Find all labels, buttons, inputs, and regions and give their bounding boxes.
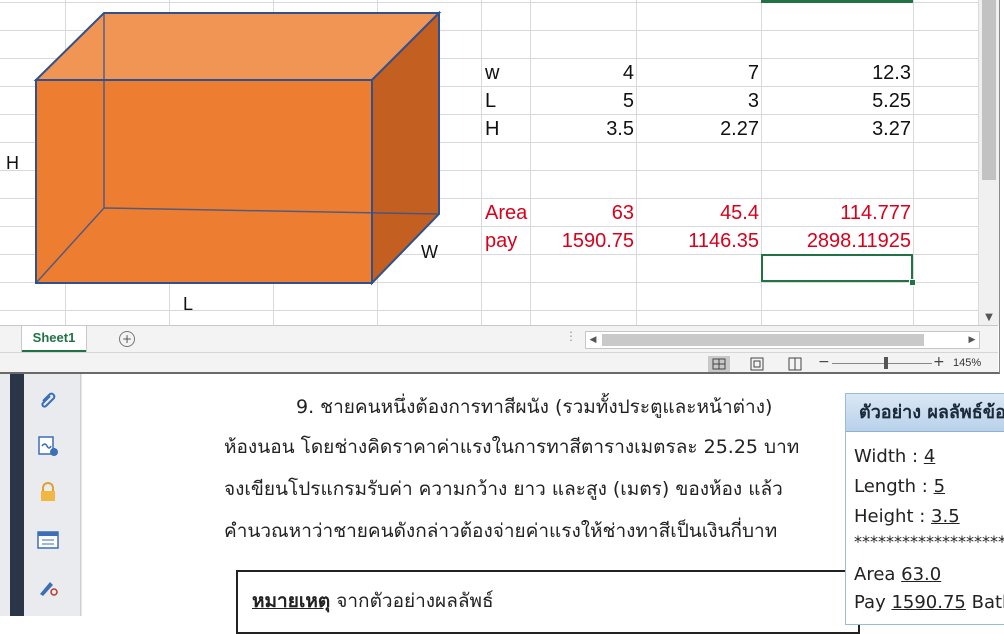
zoom-in-button[interactable]: + (933, 354, 945, 370)
shape-label-w: W (421, 242, 438, 262)
cell-l-1[interactable]: 5 (530, 87, 634, 115)
tab-sheet1[interactable]: Sheet1 (22, 326, 86, 353)
horizontal-scroll-thumb[interactable] (602, 334, 924, 346)
cell-w-2[interactable]: 7 (636, 59, 759, 87)
note-label: หมายเหตุ (252, 590, 331, 612)
excel-window: H W L w 4 7 12.3 L 5 3 5.25 H 3.5 2.27 3… (0, 0, 1000, 374)
active-cell[interactable] (761, 254, 913, 282)
fill-handle[interactable] (909, 279, 916, 286)
status-bar: − + 145% (0, 352, 998, 372)
vertical-scroll-thumb[interactable] (982, 0, 996, 180)
form-icon[interactable] (36, 528, 60, 552)
example-width-line: Width : 4 (854, 446, 936, 467)
sheet-tab-bar: Sheet1 + ⋮ ◀ ▶ (0, 325, 998, 353)
cell-w-3[interactable]: 12.3 (761, 59, 911, 87)
problem-line-1: 9. ชายคนหนึ่งต้องการทาสีผนัง (รวมทั้งประ… (296, 396, 773, 418)
scroll-left-arrow-icon[interactable]: ◀ (586, 332, 600, 348)
cell-area-1[interactable]: 63 (530, 199, 634, 227)
example-pay-line: Pay 1590.75 Bath (854, 592, 1004, 613)
cell-h-3[interactable]: 3.27 (761, 115, 911, 143)
cell-h-1[interactable]: 3.5 (530, 115, 634, 143)
left-panel-strip (10, 374, 24, 616)
cell-l-2[interactable]: 3 (636, 87, 759, 115)
example-height-line: Height : 3.5 (854, 506, 960, 527)
cell-area-2[interactable]: 45.4 (636, 199, 759, 227)
cell-label-l[interactable]: L (485, 87, 496, 115)
zoom-out-button[interactable]: − (818, 354, 830, 370)
cell-label-area[interactable]: Area (485, 199, 527, 227)
tab-splitter-handle[interactable]: ⋮ (565, 329, 577, 343)
note-box: หมายเหตุ จากตัวอย่างผลลัพธ์ (236, 570, 860, 634)
active-column-indicator (761, 0, 913, 3)
cell-pay-3[interactable]: 2898.11925 (761, 227, 911, 255)
cell-label-pay[interactable]: pay (485, 227, 517, 255)
cell-l-3[interactable]: 5.25 (761, 87, 911, 115)
scroll-down-arrow-icon[interactable]: ▼ (979, 310, 999, 325)
shape-label-h: H (6, 153, 19, 173)
normal-view-icon[interactable] (708, 356, 730, 372)
cell-h-2[interactable]: 2.27 (636, 115, 759, 143)
page-layout-view-icon[interactable] (746, 356, 768, 372)
lock-icon[interactable] (36, 480, 60, 504)
example-area-line: Area 63.0 (854, 564, 942, 585)
box-shape[interactable] (0, 0, 480, 300)
example-length-line: Length : 5 (854, 476, 946, 497)
vertical-scrollbar[interactable]: ▼ (978, 0, 999, 325)
problem-line-3: จงเขียนโปรแกรมรับค่า ความกว้าง ยาว และสู… (224, 478, 783, 500)
problem-line-2: ห้องนอน โดยช่างคิดราคาค่าแรงในการทาสีตาร… (224, 436, 800, 458)
example-output-panel: ตัวอย่าง ผลลัพธ์ข้อ Width : 4 Length : 5… (845, 393, 1004, 625)
example-separator: ******************** (854, 532, 1004, 551)
problem-line-4: คำนวณหาว่าชายคนดังกล่าวต้องจ่ายค่าแรงให้… (224, 520, 778, 542)
shape-label-l: L (183, 294, 194, 314)
horizontal-scrollbar[interactable]: ◀ ▶ (585, 331, 980, 349)
cell-pay-2[interactable]: 1146.35 (636, 227, 759, 255)
signature-icon[interactable] (36, 434, 60, 458)
add-sheet-button[interactable]: + (119, 331, 135, 347)
scroll-right-arrow-icon[interactable]: ▶ (965, 332, 979, 348)
cell-w-1[interactable]: 4 (530, 59, 634, 87)
cell-label-h[interactable]: H (485, 115, 499, 143)
pen-person-icon[interactable] (36, 574, 60, 598)
cell-label-w[interactable]: w (485, 59, 499, 87)
example-header: ตัวอย่าง ผลลัพธ์ข้อ (846, 394, 1004, 432)
attach-icon[interactable] (36, 388, 60, 412)
zoom-slider[interactable] (832, 363, 932, 364)
zoom-slider-thumb[interactable] (884, 357, 888, 369)
note-text: จากตัวอย่างผลลัพธ์ (330, 590, 494, 612)
cell-area-3[interactable]: 114.777 (761, 199, 911, 227)
page-break-view-icon[interactable] (784, 356, 806, 372)
cell-pay-1[interactable]: 1590.75 (530, 227, 634, 255)
zoom-level[interactable]: 145% (953, 357, 981, 369)
